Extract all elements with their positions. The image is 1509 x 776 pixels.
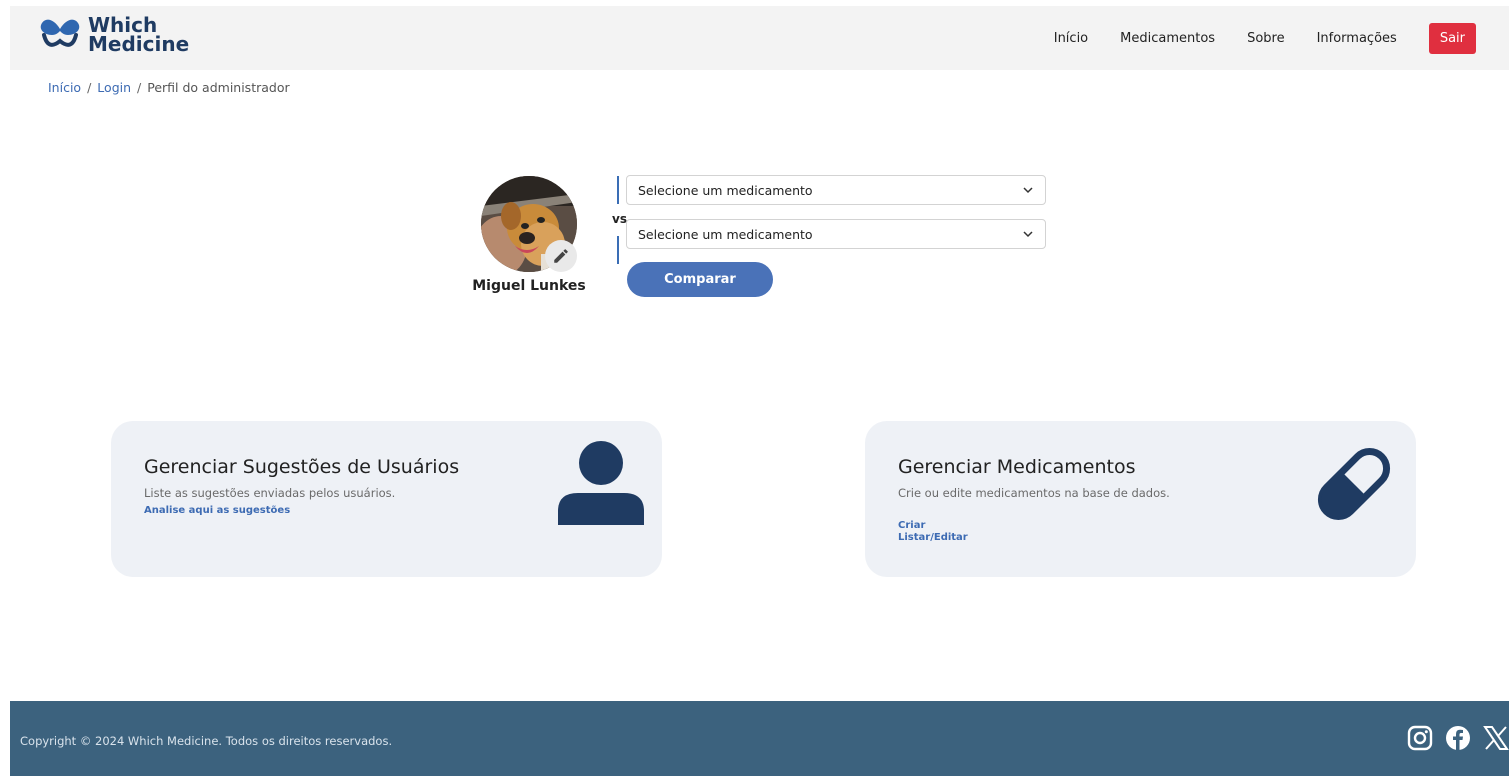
user-icon [558,441,644,525]
compare-button[interactable]: Comparar [627,262,773,297]
nav-inicio[interactable]: Início [1054,31,1088,46]
instagram-icon[interactable] [1407,725,1433,756]
top-navbar: Which Medicine Início Medicamentos Sobre… [10,6,1509,70]
chevron-down-icon [1023,187,1033,194]
nav-informacoes[interactable]: Informações [1317,31,1397,46]
breadcrumb: Início / Login / Perfil do administrador [48,80,290,95]
copyright: Copyright © 2024 Which Medicine. Todos o… [20,734,393,748]
list-edit-medications-link[interactable]: Listar/Editar [898,532,968,543]
nav-menu: Início Medicamentos Sobre Informações Sa… [1054,6,1509,70]
card-description: Crie ou edite medicamentos na base de da… [898,486,1170,500]
card-title: Gerenciar Sugestões de Usuários [144,456,460,478]
medication-select-1[interactable]: Selecione um medicamento [626,175,1046,205]
breadcrumb-login[interactable]: Login [97,80,131,95]
logo-line2: Medicine [88,32,190,56]
nav-medicamentos[interactable]: Medicamentos [1120,31,1215,46]
analyze-suggestions-link[interactable]: Analise aqui as sugestões [144,505,290,516]
breadcrumb-inicio[interactable]: Início [48,80,81,95]
breadcrumb-separator: / [137,80,142,95]
pencil-icon [554,249,568,263]
footer: Copyright © 2024 Which Medicine. Todos o… [10,701,1509,776]
pill-icon [1317,447,1391,521]
social-links [1395,725,1509,756]
x-icon[interactable] [1483,725,1509,756]
logo-icon [40,19,80,47]
divider [617,236,619,264]
chevron-down-icon [1023,231,1033,238]
manage-suggestions-card: Gerenciar Sugestões de Usuários Liste as… [111,421,662,577]
profile-name: Miguel Lunkes [472,278,586,294]
medication-select-2[interactable]: Selecione um medicamento [626,219,1046,249]
select-value: Selecione um medicamento [638,226,813,242]
card-description: Liste as sugestões enviadas pelos usuári… [144,486,396,500]
nav-sobre[interactable]: Sobre [1247,31,1285,46]
create-medication-link[interactable]: Criar [898,520,925,531]
vs-label: vs [612,212,627,226]
manage-medications-card: Gerenciar Medicamentos Crie ou edite med… [865,421,1416,577]
edit-avatar-button[interactable] [545,240,577,272]
logo[interactable]: Which Medicine [38,15,190,56]
breadcrumb-separator: / [87,80,92,95]
breadcrumb-current: Perfil do administrador [147,80,290,95]
select-value: Selecione um medicamento [638,182,813,198]
facebook-icon[interactable] [1445,725,1471,756]
card-title: Gerenciar Medicamentos [898,456,1136,478]
divider [617,176,619,204]
logout-button[interactable]: Sair [1428,22,1476,54]
